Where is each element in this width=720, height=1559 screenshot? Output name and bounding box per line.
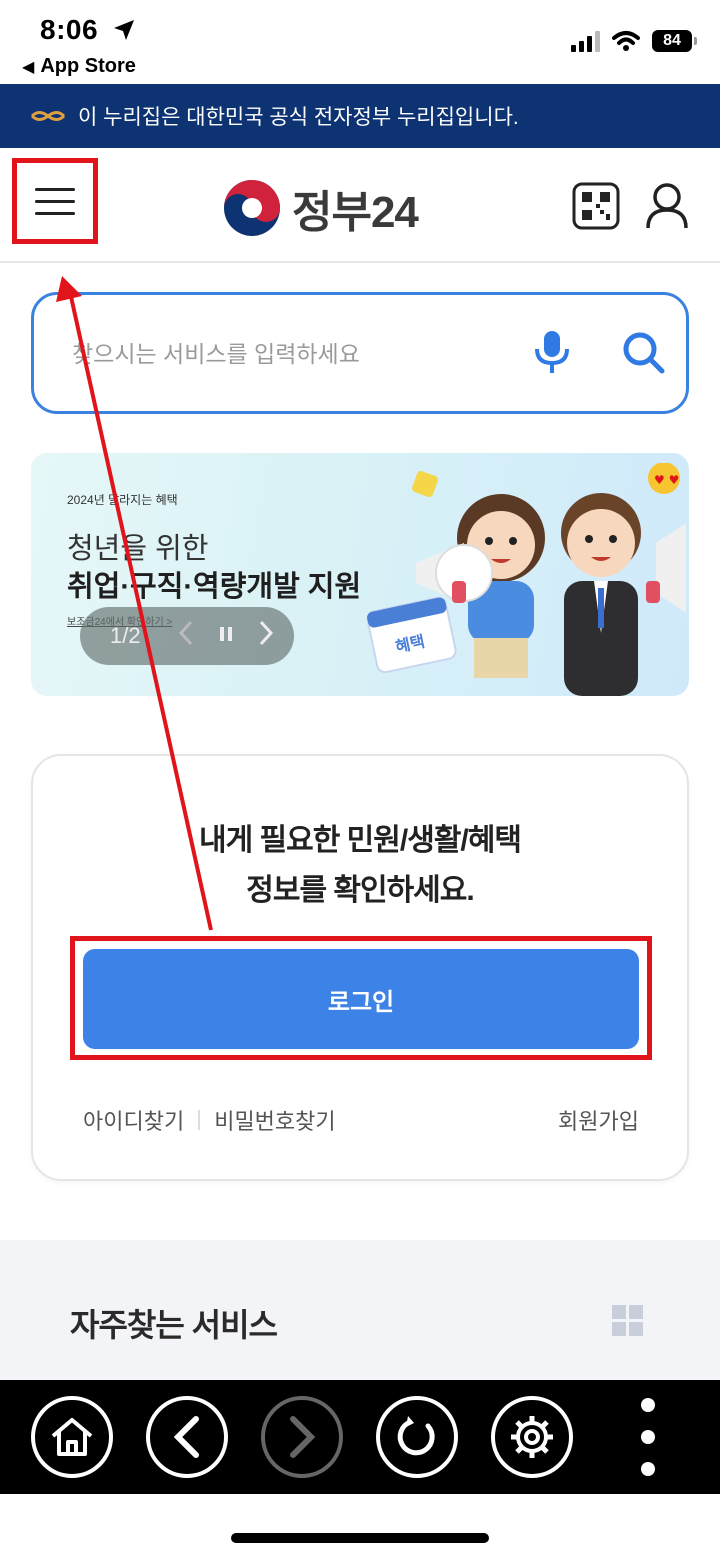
reload-icon <box>397 1416 435 1456</box>
logo-text: 정부24 <box>292 188 419 237</box>
promo-banner[interactable]: 2024년 달라지는 혜택 청년을 위한 취업·구직·역량개발 지원 보조금24… <box>31 453 689 696</box>
chevron-left-icon <box>178 620 193 645</box>
search-box <box>31 292 689 414</box>
reload-button[interactable] <box>376 1396 458 1478</box>
frequent-services-title: 자주찾는 서비스 <box>70 1307 278 1343</box>
gov-emblem-icon <box>30 111 66 121</box>
login-card: 내게 필요한 민원/생활/혜택 정보를 확인하세요. 로그인 아이디찾기 비밀번… <box>31 754 689 1181</box>
chevron-right-icon <box>259 620 274 645</box>
browser-toolbar <box>0 1380 720 1494</box>
find-password-link[interactable]: 비밀번호찾기 <box>214 1104 335 1136</box>
site-logo[interactable]: 정부24 <box>222 176 419 240</box>
pause-slide-button[interactable] <box>206 622 246 650</box>
site-header: 정부24 <box>0 148 720 263</box>
divider <box>198 1110 201 1130</box>
status-indicators: 84 <box>571 30 697 52</box>
slide-controls: 1/2 <box>80 607 294 665</box>
official-gov-banner[interactable]: 이 누리집은 대한민국 공식 전자정부 누리집입니다. <box>0 84 720 148</box>
search-button[interactable] <box>622 331 666 380</box>
search-input[interactable] <box>70 329 494 379</box>
frequent-services-section: 자주찾는 서비스 <box>0 1240 720 1380</box>
forward-button[interactable] <box>261 1396 343 1478</box>
grid-icon[interactable] <box>612 1305 643 1336</box>
wifi-icon <box>612 31 640 51</box>
svg-text:♥ ♥: ♥ ♥ <box>654 473 679 487</box>
menu-icon <box>35 179 75 224</box>
back-triangle-icon: ◀ <box>22 59 35 76</box>
promo-title-line1: 청년을 위한 <box>67 533 209 565</box>
battery-icon: 84 <box>652 30 697 52</box>
back-button[interactable] <box>146 1396 228 1478</box>
settings-button[interactable] <box>491 1396 573 1478</box>
mic-icon <box>535 331 569 373</box>
location-arrow-icon <box>114 20 134 40</box>
pause-icon <box>220 627 232 641</box>
promo-subtitle: 2024년 달라지는 혜택 <box>67 493 178 507</box>
login-links: 아이디찾기 비밀번호찾기 회원가입 <box>83 1104 639 1136</box>
more-icon[interactable] <box>636 1398 660 1476</box>
back-to-app-store[interactable]: ◀ App Store <box>22 55 136 78</box>
user-button[interactable] <box>644 182 690 230</box>
voice-search-button[interactable] <box>532 329 572 380</box>
home-indicator <box>231 1533 489 1543</box>
user-icon <box>646 183 688 229</box>
gov-banner-text: 이 누리집은 대한민국 공식 전자정부 누리집입니다. <box>78 106 519 129</box>
login-button[interactable]: 로그인 <box>83 949 639 1049</box>
qr-code-button[interactable] <box>572 182 620 230</box>
search-icon <box>623 332 665 374</box>
back-icon <box>173 1416 199 1458</box>
gear-icon <box>511 1416 553 1458</box>
find-id-link[interactable]: 아이디찾기 <box>83 1104 184 1136</box>
promo-illustration: 혜택 ♥ ♥ <box>366 463 686 696</box>
home-button[interactable] <box>31 1396 113 1478</box>
home-icon <box>51 1418 93 1456</box>
prev-slide-button[interactable] <box>166 620 206 653</box>
promo-title-line2: 취업·구직·역량개발 지원 <box>67 571 362 603</box>
slide-counter: 1/2 <box>110 623 141 648</box>
forward-icon <box>290 1416 316 1458</box>
signal-icon <box>571 30 600 52</box>
signup-link[interactable]: 회원가입 <box>558 1104 639 1136</box>
login-message: 내게 필요한 민원/생활/혜택 정보를 확인하세요. <box>199 824 522 907</box>
menu-button[interactable] <box>12 158 98 244</box>
status-time: 8:06 <box>40 14 99 45</box>
next-slide-button[interactable] <box>246 620 286 653</box>
taegeuk-logo-icon <box>224 180 280 236</box>
qr-code-icon <box>572 182 620 230</box>
